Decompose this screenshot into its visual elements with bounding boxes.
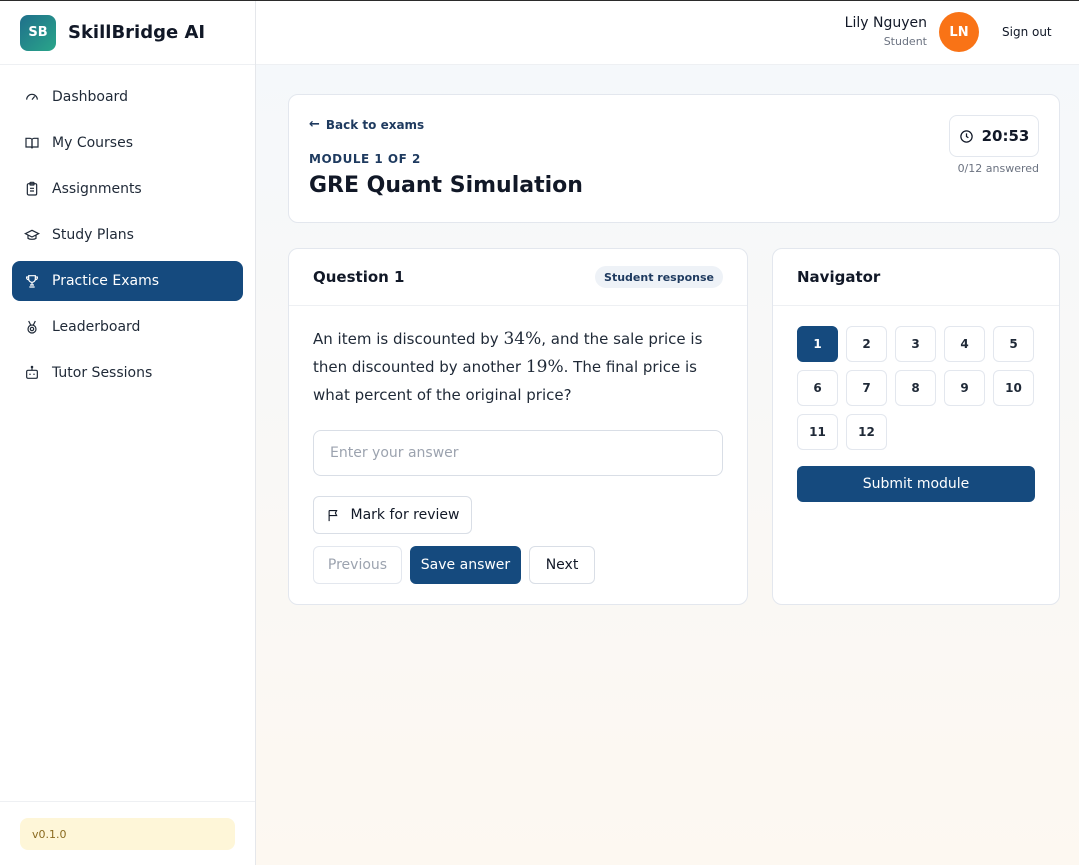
page-title: GRE Quant Simulation [309,173,583,198]
sidebar-nav: Dashboard My Courses Assignments Study P… [0,65,255,411]
back-label: Back to exams [325,117,425,132]
response-type-badge: Student response [595,266,723,288]
avatar[interactable]: LN [939,12,979,52]
question-nav-button[interactable]: 1 [797,326,838,362]
trophy-icon [24,273,40,289]
question-title: Question 1 [313,268,405,286]
question-nav-button[interactable]: 3 [895,326,936,362]
sidebar-item-leaderboard[interactable]: Leaderboard [12,307,243,347]
timer: 20:53 [949,115,1039,157]
sidebar-item-tutor-sessions[interactable]: Tutor Sessions [12,353,243,393]
question-nav-button[interactable]: 7 [846,370,887,406]
question-text-part: An item is discounted by [313,330,504,348]
question-nav-button[interactable]: 9 [944,370,985,406]
submit-module-button[interactable]: Submit module [797,466,1035,502]
user-role: Student [883,35,927,48]
sidebar-item-label: Study Plans [52,227,134,243]
sidebar-item-label: My Courses [52,135,133,151]
sidebar-item-dashboard[interactable]: Dashboard [12,77,243,117]
question-nav-button[interactable]: 8 [895,370,936,406]
question-nav-button[interactable]: 5 [993,326,1034,362]
book-icon [24,135,40,151]
sidebar-footer: v0.1.0 [0,801,255,865]
answer-input[interactable] [313,430,723,476]
gauge-icon [24,89,40,105]
answered-count: 0/12 answered [957,162,1039,175]
question-nav-button[interactable]: 6 [797,370,838,406]
bot-icon [24,365,40,381]
user-info: Lily Nguyen Student [845,15,927,48]
sidebar-item-label: Tutor Sessions [52,365,153,381]
question-nav-button[interactable]: 11 [797,414,838,450]
graduation-cap-icon [24,227,40,243]
question-nav-button[interactable]: 12 [846,414,887,450]
sidebar-item-my-courses[interactable]: My Courses [12,123,243,163]
sidebar-item-label: Leaderboard [52,319,141,335]
version-badge: v0.1.0 [20,818,235,850]
next-button[interactable]: Next [529,546,595,584]
sidebar-item-label: Practice Exams [52,273,160,289]
brand-logo: SB [20,14,56,51]
top-header: Lily Nguyen Student LN Sign out [256,1,1079,65]
brand-name: SkillBridge AI [68,22,206,43]
mark-for-review-button[interactable]: Mark for review [313,496,472,534]
review-label: Mark for review [350,507,460,523]
app-window: SB SkillBridge AI Dashboard My Courses A… [0,0,1079,865]
clipboard-icon [24,181,40,197]
question-nav-button[interactable]: 2 [846,326,887,362]
sidebar: SB SkillBridge AI Dashboard My Courses A… [0,1,256,865]
question-math: 19% [525,357,564,377]
question-nav-button[interactable]: 4 [944,326,985,362]
back-to-exams-link[interactable]: ← Back to exams [309,117,424,132]
sidebar-item-assignments[interactable]: Assignments [12,169,243,209]
navigator-card: Navigator 1 2 3 4 5 6 7 8 9 10 11 12 Sub… [772,248,1060,605]
user-name: Lily Nguyen [844,15,927,31]
question-text: An item is discounted by 34%, and the sa… [313,325,723,409]
medal-icon [24,319,40,335]
module-label: MODULE 1 OF 2 [309,152,421,166]
question-math: 34% [503,329,542,349]
exam-header-card: ← Back to exams MODULE 1 OF 2 GRE Quant … [288,94,1060,223]
previous-button[interactable]: Previous [313,546,402,584]
sidebar-item-study-plans[interactable]: Study Plans [12,215,243,255]
question-grid: 1 2 3 4 5 6 7 8 9 10 11 12 [797,326,1037,450]
timer-value: 20:53 [981,127,1030,145]
brand[interactable]: SB SkillBridge AI [0,1,255,65]
main-content: ← Back to exams MODULE 1 OF 2 GRE Quant … [256,65,1079,865]
arrow-left-icon: ← [309,117,320,132]
question-nav-button[interactable]: 10 [993,370,1034,406]
clock-icon [959,129,973,143]
flag-icon [328,509,338,521]
navigator-title: Navigator [797,268,881,286]
sidebar-item-label: Assignments [52,181,142,197]
navigator-header: Navigator [773,249,1059,306]
save-answer-button[interactable]: Save answer [410,546,521,584]
question-header: Question 1 Student response [289,249,747,306]
sign-out-button[interactable]: Sign out [1002,25,1052,39]
sidebar-item-practice-exams[interactable]: Practice Exams [12,261,243,301]
question-card: Question 1 Student response An item is d… [288,248,748,605]
sidebar-item-label: Dashboard [52,89,128,105]
